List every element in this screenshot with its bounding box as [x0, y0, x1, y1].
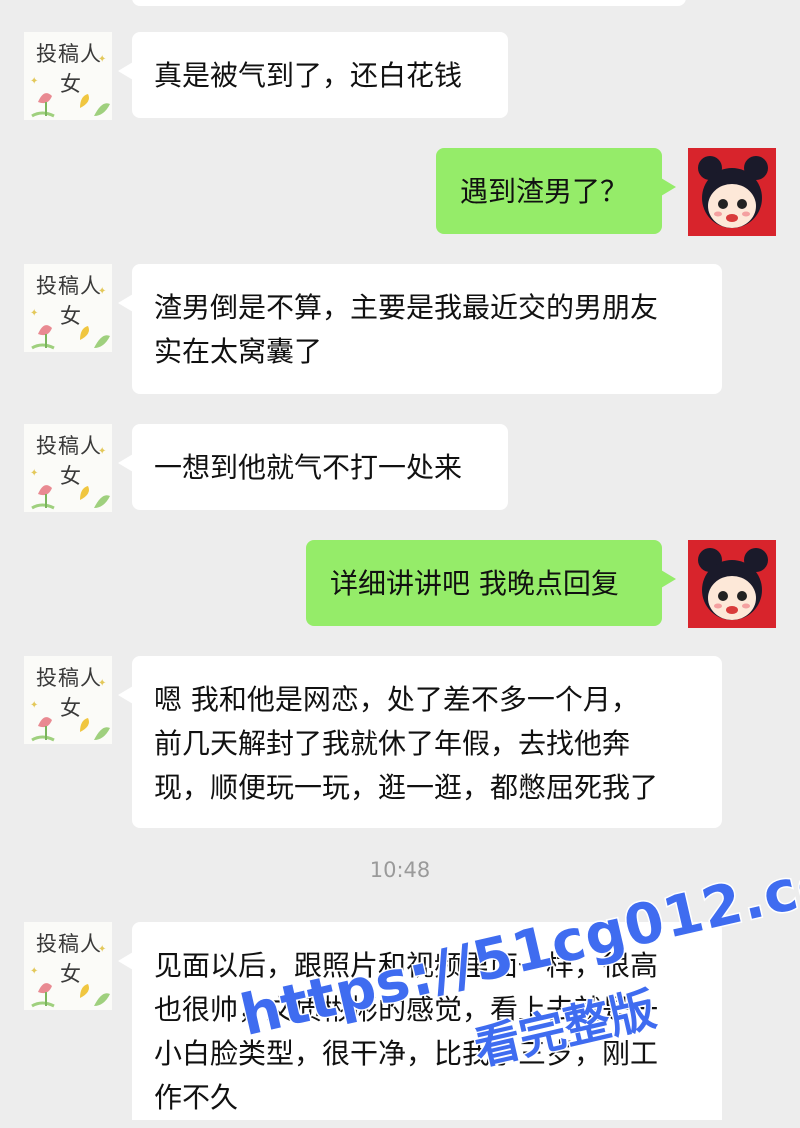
svg-text:✦: ✦	[30, 76, 38, 87]
message-bubble[interactable]: 见面以后，跟照片和视频里面一样，很高 也很帅，文质彬彬的感觉，看上去就是一 小白…	[118, 922, 722, 1120]
contributor-avatar[interactable]: ✦ ✦ 投稿人 女	[24, 424, 112, 512]
avatar-text: 投稿人	[36, 434, 102, 458]
previous-message-bubble	[132, 0, 686, 6]
message-bubble[interactable]: 遇到渣男了？	[436, 148, 676, 234]
contributor-avatar[interactable]: ✦ ✦ 投稿人 女	[24, 656, 112, 744]
svg-text:✦: ✦	[30, 468, 38, 479]
svg-text:✦: ✦	[30, 700, 38, 711]
my-avatar[interactable]	[688, 540, 776, 628]
contributor-avatar[interactable]: ✦ ✦ 投稿人 女	[24, 32, 112, 120]
message-bubble[interactable]: 真是被气到了，还白花钱	[118, 32, 508, 118]
contributor-avatar[interactable]: ✦ ✦ 投稿人 女	[24, 922, 112, 1010]
avatar-text: 女	[60, 696, 81, 720]
svg-text:✦: ✦	[30, 308, 38, 319]
avatar-text: 女	[60, 962, 81, 986]
avatar-text: 投稿人	[36, 274, 102, 298]
avatar-text: 女	[60, 304, 81, 328]
avatar-text: 女	[60, 72, 81, 96]
avatar-text: 投稿人	[36, 932, 102, 956]
message-timestamp: 10:48	[369, 858, 431, 882]
my-avatar[interactable]	[688, 148, 776, 236]
svg-text:✦: ✦	[30, 966, 38, 977]
cartoon-girl-icon	[698, 548, 768, 620]
message-bubble[interactable]: 一想到他就气不打一处来	[118, 424, 508, 510]
message-bubble[interactable]: 嗯 我和他是网恋，处了差不多一个月， 前几天解封了我就休了年假，去找他奔 现，顺…	[118, 656, 722, 828]
cartoon-girl-icon	[698, 156, 768, 228]
avatar-text: 女	[60, 464, 81, 488]
message-bubble[interactable]: 渣男倒是不算，主要是我最近交的男朋友 实在太窝囊了	[118, 264, 722, 394]
avatar-text: 投稿人	[36, 666, 102, 690]
contributor-avatar[interactable]: ✦ ✦ 投稿人 女	[24, 264, 112, 352]
chat-history: ✦ ✦ 投稿人 女 真是被气到了，还白花钱 遇到渣男了？ ✦ ✦ 投稿人 女 渣…	[0, 0, 800, 1120]
message-bubble[interactable]: 详细讲讲吧 我晚点回复	[306, 540, 676, 626]
avatar-text: 投稿人	[36, 42, 102, 66]
